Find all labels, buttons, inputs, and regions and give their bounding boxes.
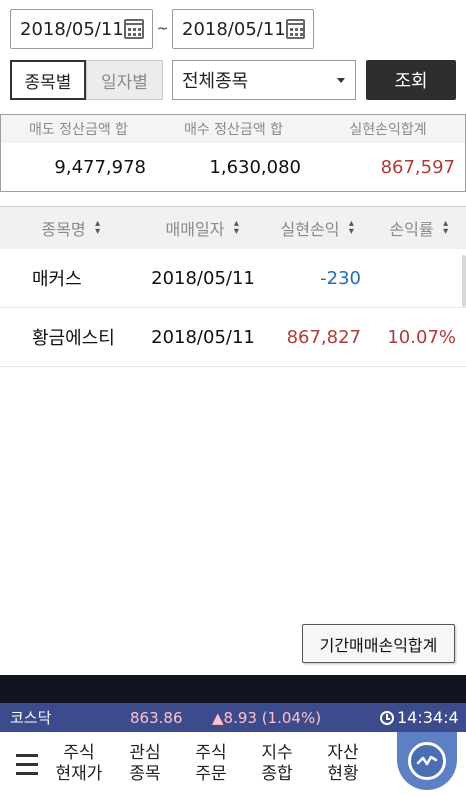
chevron-down-icon (337, 77, 345, 83)
sort-icon[interactable]: ▴ ▾ (347, 219, 355, 237)
app-root: 2018/05/11 ~ 2018/05/11 종목별 일자별 전체종목 조회 (0, 0, 466, 796)
table-row[interactable]: 매커스 2018/05/11 -230 (0, 249, 466, 308)
ticker-value: 863.86 (130, 708, 183, 727)
cell-name: 황금에스티 (32, 328, 115, 349)
period-pnl-sum-button[interactable]: 기간매매손익합계 (302, 624, 455, 663)
cell-pnl: 867,827 (286, 326, 361, 348)
calendar-icon[interactable] (285, 19, 306, 39)
stock-select-value: 전체종목 (182, 71, 249, 92)
clock-icon (380, 710, 394, 725)
realized-pnl-label: 실현손익합계 (349, 122, 427, 138)
col-header-name[interactable]: 종목명 ▴ ▾ (0, 207, 143, 249)
date-range-row: 2018/05/11 ~ 2018/05/11 (10, 8, 456, 50)
start-date-value: 2018/05/11 (20, 18, 124, 40)
sort-icon[interactable]: ▴ ▾ (232, 219, 240, 237)
filter-row: 종목별 일자별 전체종목 조회 (10, 60, 456, 100)
cell-name: 매커스 (32, 269, 82, 290)
menu-icon[interactable] (0, 732, 46, 796)
summary-values: 9,477,978 1,630,080 867,597 (1, 143, 465, 191)
cell-rate: 10.07% (387, 326, 456, 348)
nav-stock-price[interactable]: 주식 현재가 (46, 743, 112, 785)
end-date-value: 2018/05/11 (182, 18, 286, 40)
ticker-time: 14:34:4 (397, 708, 459, 727)
nav-assets[interactable]: 자산 현황 (310, 743, 376, 785)
nav-stock-order[interactable]: 주식 주문 (178, 743, 244, 785)
sort-icon[interactable]: ▴ ▾ (442, 219, 450, 237)
chart-line-icon (408, 742, 446, 780)
cell-date: 2018/05/11 (151, 326, 255, 348)
end-date-field[interactable]: 2018/05/11 (172, 9, 314, 49)
cell-rate (373, 249, 466, 307)
col-header-rate[interactable]: 손익률 ▴ ▾ (373, 207, 466, 249)
realized-pnl-value: 867,597 (380, 156, 455, 178)
table-scrollbar[interactable] (462, 255, 466, 307)
calendar-icon[interactable] (124, 19, 144, 39)
sell-total-label: 매도 정산금액 합 (28, 122, 129, 138)
table-header: 종목명 ▴ ▾ 매매일자 ▴ ▾ 실현손익 ▴ ▾ 손익률 ▴ ▾ (0, 206, 466, 249)
buy-total-value: 1,630,080 (209, 156, 301, 178)
table-row[interactable]: 황금에스티 2018/05/11 867,827 10.07% (0, 308, 466, 367)
nav-index-overview[interactable]: 지수 종합 (244, 743, 310, 785)
sell-total-value: 9,477,978 (54, 156, 146, 178)
stock-select[interactable]: 전체종목 (172, 60, 356, 100)
nav-watchlist[interactable]: 관심 종목 (112, 743, 178, 785)
tab-by-stock[interactable]: 종목별 (10, 60, 86, 100)
ticker-time-wrap: 14:34:4 (380, 708, 459, 727)
view-mode-toggle: 종목별 일자별 (10, 60, 163, 100)
tab-by-date[interactable]: 일자별 (86, 60, 163, 100)
cell-pnl: -230 (320, 267, 361, 289)
query-button[interactable]: 조회 (366, 60, 456, 100)
col-header-pnl[interactable]: 실현손익 ▴ ▾ (263, 207, 373, 249)
chart-fab-button[interactable] (397, 732, 457, 790)
ad-band (0, 675, 466, 703)
index-ticker[interactable]: 코스닥 863.86 ▲8.93 (1.04%) 14:34:4 (0, 703, 466, 732)
summary-header: 매도 정산금액 합 매수 정산금액 합 실현손익합계 (1, 115, 465, 143)
start-date-field[interactable]: 2018/05/11 (10, 9, 153, 49)
date-separator: ~ (156, 21, 169, 37)
summary-panel: 매도 정산금액 합 매수 정산금액 합 실현손익합계 9,477,978 1,6… (0, 114, 466, 192)
cell-date: 2018/05/11 (151, 267, 255, 289)
sort-icon[interactable]: ▴ ▾ (94, 219, 102, 237)
ticker-name: 코스닥 (10, 709, 52, 727)
buy-total-label: 매수 정산금액 합 (183, 122, 284, 138)
col-header-date[interactable]: 매매일자 ▴ ▾ (143, 207, 263, 249)
results-table: 종목명 ▴ ▾ 매매일자 ▴ ▾ 실현손익 ▴ ▾ 손익률 ▴ ▾ 매커스 2018/05/11… (0, 206, 466, 367)
ticker-change: ▲8.93 (1.04%) (212, 708, 322, 727)
